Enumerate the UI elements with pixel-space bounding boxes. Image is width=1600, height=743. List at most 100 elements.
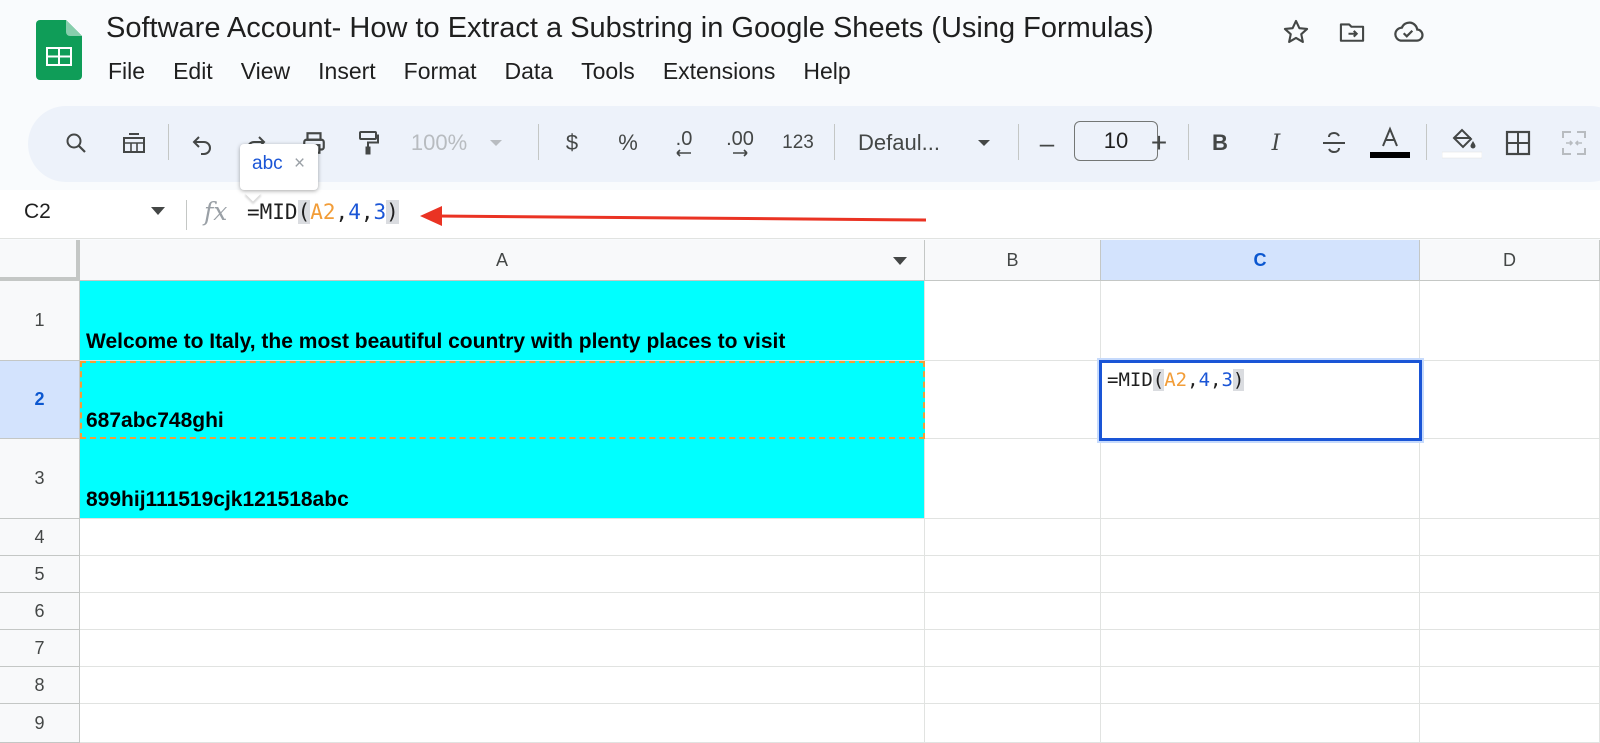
increase-decimal-button[interactable]: .00 <box>718 123 762 163</box>
cell-c4[interactable] <box>1101 519 1420 556</box>
menu-insert[interactable]: Insert <box>318 58 376 85</box>
search-menus-icon[interactable] <box>58 123 94 163</box>
cell-b2[interactable] <box>925 361 1101 439</box>
cell-a1[interactable]: Welcome to Italy, the most beautiful cou… <box>80 281 925 361</box>
cell-b6[interactable] <box>925 593 1101 630</box>
decrease-font-size-button[interactable]: – <box>1032 123 1062 163</box>
menu-file[interactable]: File <box>108 58 145 85</box>
cell-c5[interactable] <box>1101 556 1420 593</box>
row-header-9[interactable]: 9 <box>0 704 80 743</box>
currency-format-button[interactable]: $ <box>554 123 590 163</box>
cell-b7[interactable] <box>925 630 1101 667</box>
tooltip-close-icon[interactable]: × <box>294 153 305 175</box>
cell-a4[interactable] <box>80 519 925 556</box>
cell-a6[interactable] <box>80 593 925 630</box>
font-select[interactable]: Defaul... <box>858 123 958 163</box>
move-to-folder-icon[interactable] <box>1336 16 1368 48</box>
column-filter-dropdown-icon[interactable] <box>892 256 908 266</box>
cell-c7[interactable] <box>1101 630 1420 667</box>
cell-c3[interactable] <box>1101 439 1420 519</box>
merge-cells-icon[interactable] <box>1556 123 1592 163</box>
star-icon[interactable] <box>1280 16 1312 48</box>
zoom-select[interactable]: 100% <box>404 123 474 163</box>
column-header-a[interactable]: A <box>80 240 925 281</box>
cell-c8[interactable] <box>1101 667 1420 704</box>
cell-d6[interactable] <box>1420 593 1600 630</box>
formula-ref: A2 <box>310 200 336 224</box>
name-box-dropdown-icon[interactable] <box>150 204 166 222</box>
cell-c2-editor[interactable]: =MID(A2,4,3) <box>1099 360 1422 441</box>
cell-a5[interactable] <box>80 556 925 593</box>
cell-d1[interactable] <box>1420 281 1600 361</box>
menu-format[interactable]: Format <box>404 58 477 85</box>
cell-d4[interactable] <box>1420 519 1600 556</box>
borders-icon[interactable] <box>1500 123 1536 163</box>
cell-a9[interactable] <box>80 704 925 743</box>
cell-b5[interactable] <box>925 556 1101 593</box>
row-header-label: 4 <box>34 526 45 547</box>
select-all-corner[interactable] <box>0 240 80 281</box>
formula-input[interactable]: =MID(A2,4,3) <box>247 200 399 224</box>
fill-color-icon[interactable] <box>1442 123 1482 163</box>
menu-edit[interactable]: Edit <box>173 58 213 85</box>
cell-c1[interactable] <box>1101 281 1420 361</box>
row-header-4[interactable]: 4 <box>0 519 80 556</box>
formula-open-paren: ( <box>297 200 311 224</box>
row-header-3[interactable]: 3 <box>0 439 80 519</box>
paint-format-icon[interactable] <box>350 123 386 163</box>
formula-ref: A2 <box>1164 369 1188 391</box>
menu-extensions[interactable]: Extensions <box>663 58 776 85</box>
new-tab-table-icon[interactable] <box>116 123 152 163</box>
row-header-5[interactable]: 5 <box>0 556 80 593</box>
cell-b1[interactable] <box>925 281 1101 361</box>
cell-d8[interactable] <box>1420 667 1600 704</box>
name-box[interactable]: C2 <box>24 200 51 224</box>
row-header-label: 9 <box>34 712 45 733</box>
menu-view[interactable]: View <box>241 58 290 85</box>
cell-b4[interactable] <box>925 519 1101 556</box>
cell-a3-text: 899hij111519cjk121518abc <box>86 488 349 511</box>
cell-d5[interactable] <box>1420 556 1600 593</box>
cell-a2[interactable]: 687abc748ghi <box>80 361 925 439</box>
menu-tools[interactable]: Tools <box>581 58 635 85</box>
bold-button[interactable]: B <box>1202 123 1238 163</box>
decrease-decimal-button[interactable]: .0 <box>664 123 704 163</box>
cell-a3[interactable]: 899hij111519cjk121518abc <box>80 439 925 519</box>
menu-help[interactable]: Help <box>803 58 850 85</box>
formula-preview-tooltip: abc × <box>240 144 318 190</box>
document-title[interactable]: Software Account- How to Extract a Subst… <box>106 12 1154 45</box>
cell-d2[interactable] <box>1420 361 1600 439</box>
menu-data[interactable]: Data <box>505 58 554 85</box>
cloud-saved-icon[interactable] <box>1392 16 1424 48</box>
cell-b8[interactable] <box>925 667 1101 704</box>
row-header-label: 1 <box>34 310 45 330</box>
cell-b3[interactable] <box>925 439 1101 519</box>
column-header-c[interactable]: C <box>1101 240 1420 281</box>
cell-d3[interactable] <box>1420 439 1600 519</box>
increase-font-size-button[interactable]: + <box>1144 123 1174 163</box>
cell-d7[interactable] <box>1420 630 1600 667</box>
font-dropdown-arrow-icon[interactable] <box>974 123 994 163</box>
row-header-2[interactable]: 2 <box>0 361 80 439</box>
decrease-decimal-label: .0 <box>675 128 693 150</box>
italic-button[interactable]: I <box>1258 123 1294 163</box>
row-header-6[interactable]: 6 <box>0 593 80 630</box>
sheets-logo-icon[interactable] <box>36 20 82 80</box>
cell-b9[interactable] <box>925 704 1101 743</box>
cell-d9[interactable] <box>1420 704 1600 743</box>
row-header-8[interactable]: 8 <box>0 667 80 704</box>
cell-a7[interactable] <box>80 630 925 667</box>
column-header-b[interactable]: B <box>925 240 1101 281</box>
undo-icon[interactable] <box>184 123 220 163</box>
more-formats-button[interactable]: 123 <box>776 123 820 163</box>
strikethrough-icon[interactable] <box>1316 123 1352 163</box>
zoom-dropdown-arrow-icon[interactable] <box>486 123 506 163</box>
cell-c6[interactable] <box>1101 593 1420 630</box>
cell-c9[interactable] <box>1101 704 1420 743</box>
row-header-7[interactable]: 7 <box>0 630 80 667</box>
text-color-icon[interactable] <box>1370 123 1410 163</box>
column-header-d[interactable]: D <box>1420 240 1600 281</box>
cell-a8[interactable] <box>80 667 925 704</box>
row-header-1[interactable]: 1 <box>0 281 80 361</box>
percent-format-button[interactable]: % <box>610 123 646 163</box>
